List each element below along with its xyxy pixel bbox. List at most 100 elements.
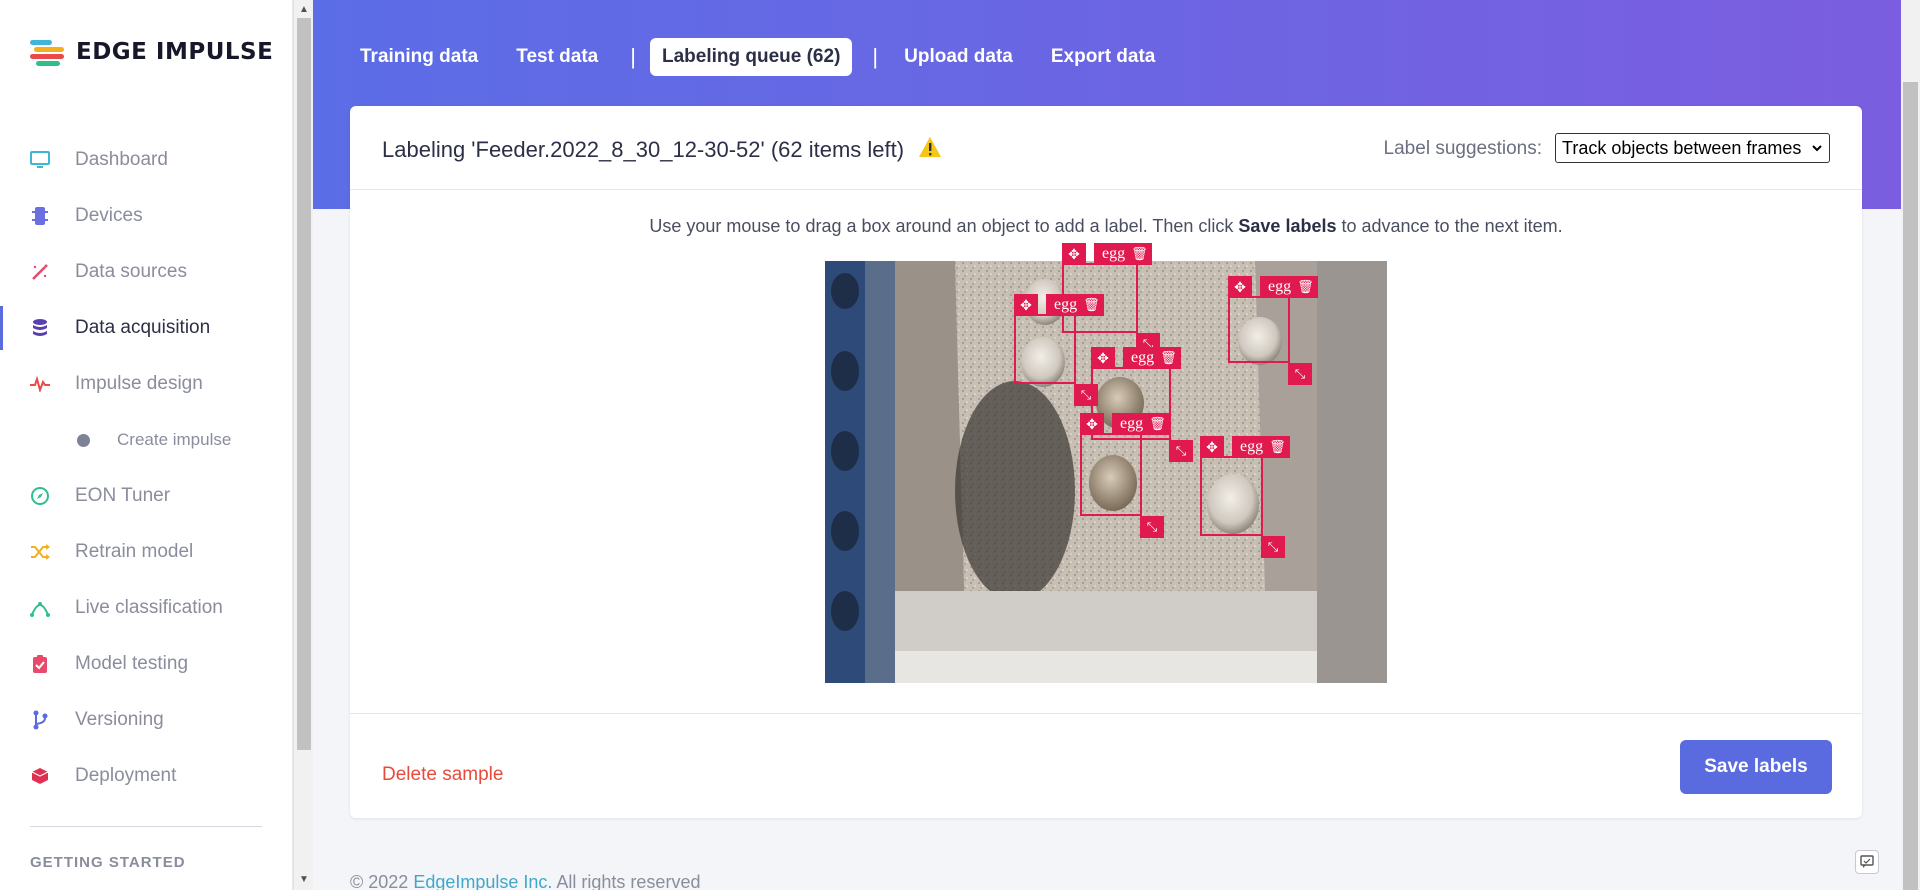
trash-icon[interactable]: 🗑	[1269, 439, 1286, 455]
main-scrollbar[interactable]	[1901, 0, 1920, 890]
sidebar-scrollbar[interactable]: ▲ ▼	[293, 0, 313, 890]
bbox-label[interactable]: egg 🗑	[1232, 436, 1290, 458]
clipboard-check-icon	[30, 654, 50, 674]
curve-icon	[30, 598, 50, 618]
feedback-icon[interactable]	[1855, 850, 1879, 874]
bounding-box[interactable]: ✥ egg 🗑 ⤡	[1080, 413, 1170, 538]
chevron-down-icon	[1811, 139, 1823, 162]
tab-separator: |	[872, 44, 879, 69]
save-labels-button[interactable]: Save labels	[1680, 740, 1832, 794]
move-icon[interactable]: ✥	[1228, 276, 1252, 298]
sidebar-item-label: Model testing	[75, 653, 189, 674]
labeling-title-text: Labeling 'Feeder.2022_8_30_12-30-52' (62…	[382, 137, 905, 162]
move-icon[interactable]: ✥	[1080, 413, 1104, 435]
trash-icon[interactable]: 🗑	[1131, 246, 1148, 262]
tab-test-data[interactable]: Test data	[504, 38, 610, 76]
dot-icon	[77, 433, 90, 447]
sidebar-item-retrain-model[interactable]: Retrain model	[0, 524, 293, 580]
label-suggestions-select[interactable]: Track objects between frames	[1555, 133, 1830, 163]
trash-icon[interactable]: 🗑	[1083, 297, 1100, 313]
sidebar-item-versioning[interactable]: Versioning	[0, 692, 293, 748]
scroll-down-icon[interactable]: ▼	[299, 874, 309, 885]
tab-labeling-queue[interactable]: Labeling queue (62)	[649, 38, 853, 76]
move-icon[interactable]: ✥	[1091, 347, 1115, 369]
bounding-box[interactable]: ✥ egg 🗑 ⤡	[1014, 294, 1104, 406]
sidebar-item-data-sources[interactable]: Data sources	[0, 244, 293, 300]
resize-icon[interactable]: ⤡	[1169, 440, 1193, 462]
sidebar-item-devices[interactable]: Devices	[0, 188, 293, 244]
chip-icon	[30, 206, 50, 226]
bbox-label[interactable]: egg 🗑	[1260, 276, 1318, 298]
sidebar-item-label: Data sources	[75, 261, 187, 282]
resize-icon[interactable]: ⤡	[1140, 516, 1164, 538]
page-footer: © 2022 EdgeImpulse Inc. All rights reser…	[350, 872, 700, 890]
sidebar-item-dashboard[interactable]: Dashboard	[0, 132, 293, 188]
database-icon	[30, 318, 50, 338]
compass-icon	[30, 486, 50, 506]
sidebar-item-eon-tuner[interactable]: EON Tuner	[0, 468, 293, 524]
move-icon[interactable]: ✥	[1200, 436, 1224, 458]
wand-icon	[30, 262, 50, 282]
bounding-box[interactable]: ✥ egg 🗑 ⤡	[1200, 436, 1290, 558]
sidebar-section-title: GETTING STARTED	[30, 854, 186, 871]
footer-copyright: © 2022	[350, 872, 414, 890]
tab-upload-data[interactable]: Upload data	[892, 38, 1025, 76]
monitor-icon	[30, 150, 50, 170]
sidebar-item-label: Impulse design	[75, 373, 203, 394]
sidebar-scroll-thumb[interactable]	[297, 18, 311, 750]
instruction-text: Use your mouse to drag a box around an o…	[649, 216, 1239, 236]
labeling-title: Labeling 'Feeder.2022_8_30_12-30-52' (62…	[382, 136, 942, 164]
move-icon[interactable]: ✥	[1062, 243, 1086, 265]
instruction-bold: Save labels	[1238, 216, 1337, 236]
footer-brand-link[interactable]: EdgeImpulse Inc.	[413, 872, 552, 890]
bbox-label[interactable]: egg 🗑	[1123, 347, 1181, 369]
sidebar: EDGE IMPULSE Dashboard Devices Data sour…	[0, 0, 293, 890]
logo-icon	[30, 38, 66, 66]
sidebar-item-label: Create impulse	[117, 430, 232, 449]
bbox-label[interactable]: egg 🗑	[1046, 294, 1104, 316]
labeling-canvas[interactable]: ✥ egg 🗑 ⤡ ✥ egg 🗑 ⤡ ✥ egg 🗑 ⤡ ✥ egg 🗑 ⤡ ✥ eg…	[825, 243, 1387, 683]
main-scroll-thumb[interactable]	[1903, 82, 1918, 890]
card-header: Labeling 'Feeder.2022_8_30_12-30-52' (62…	[350, 106, 1862, 190]
brand-name: EDGE IMPULSE	[76, 39, 274, 65]
trash-icon[interactable]: 🗑	[1149, 416, 1166, 432]
move-icon[interactable]: ✥	[1014, 294, 1038, 316]
sidebar-item-impulse-design[interactable]: Impulse design	[0, 356, 293, 412]
bbox-label[interactable]: egg 🗑	[1112, 413, 1170, 435]
trash-icon[interactable]: 🗑	[1160, 350, 1177, 366]
footer-rights: All rights reserved	[556, 872, 701, 890]
sidebar-item-create-impulse[interactable]: Create impulse	[0, 412, 293, 468]
cube-icon	[30, 766, 50, 786]
tab-export-data[interactable]: Export data	[1039, 38, 1168, 76]
sidebar-item-label: Versioning	[75, 709, 164, 730]
sidebar-item-deployment[interactable]: Deployment	[0, 748, 293, 804]
bbox-label[interactable]: egg 🗑	[1094, 243, 1152, 265]
scroll-up-icon[interactable]: ▲	[299, 4, 309, 15]
sidebar-item-live-classification[interactable]: Live classification	[0, 580, 293, 636]
label-suggestions-value: Track objects between frames	[1562, 137, 1802, 158]
sidebar-item-model-testing[interactable]: Model testing	[0, 636, 293, 692]
labeling-instruction: Use your mouse to drag a box around an o…	[350, 216, 1862, 237]
tab-separator: |	[630, 44, 636, 69]
sidebar-item-label: EON Tuner	[75, 485, 171, 506]
branch-icon	[30, 710, 50, 730]
sidebar-item-data-acquisition[interactable]: Data acquisition	[0, 300, 293, 356]
card-footer: Delete sample Save labels	[350, 713, 1862, 818]
sidebar-divider	[30, 826, 262, 827]
delete-sample-link[interactable]: Delete sample	[382, 764, 503, 786]
instruction-text-end: to advance to the next item.	[1336, 216, 1563, 236]
tab-training-data[interactable]: Training data	[348, 38, 490, 76]
resize-icon[interactable]: ⤡	[1261, 536, 1285, 558]
warning-icon	[918, 136, 942, 164]
bounding-box[interactable]: ✥ egg 🗑 ⤡	[1228, 276, 1318, 385]
sidebar-item-label: Retrain model	[75, 541, 194, 562]
pulse-icon	[30, 374, 50, 394]
edge-impulse-logo[interactable]: EDGE IMPULSE	[30, 38, 273, 66]
sidebar-item-label: Live classification	[75, 597, 223, 618]
sidebar-item-label: Data acquisition	[75, 317, 211, 338]
sidebar-item-label: Deployment	[75, 765, 177, 786]
sidebar-item-label: Devices	[75, 205, 143, 226]
trash-icon[interactable]: 🗑	[1297, 279, 1314, 295]
sidebar-item-label: Dashboard	[75, 149, 168, 170]
resize-icon[interactable]: ⤡	[1288, 363, 1312, 385]
